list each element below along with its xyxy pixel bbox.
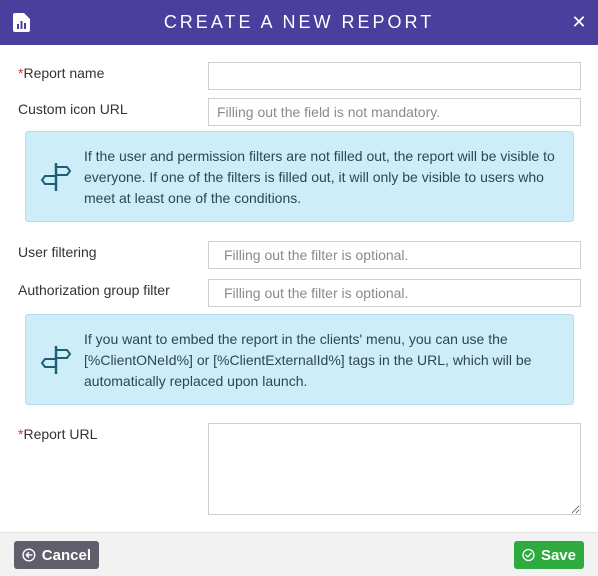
report-url-textarea[interactable]	[208, 423, 581, 515]
user-filtering-label: User filtering	[18, 244, 97, 260]
save-button[interactable]: Save	[514, 541, 584, 569]
check-circle-icon	[522, 548, 535, 562]
info-box-filters: If the user and permission filters are n…	[25, 131, 574, 222]
dialog-footer: Cancel Save	[0, 532, 598, 576]
report-url-label-text: Report URL	[23, 426, 98, 442]
report-name-label-text: Report name	[23, 65, 105, 81]
user-filtering-input[interactable]	[208, 241, 581, 269]
signpost-icon	[40, 346, 72, 374]
info-text-embed: If you want to embed the report in the c…	[84, 331, 532, 389]
report-url-label: *Report URL	[18, 426, 97, 442]
report-chart-icon	[13, 13, 30, 32]
report-name-input[interactable]	[208, 62, 581, 90]
info-text-filters: If the user and permission filters are n…	[84, 148, 555, 206]
report-name-label: *Report name	[18, 65, 104, 81]
arrow-left-circle-icon	[22, 548, 36, 562]
custom-icon-url-label: Custom icon URL	[18, 101, 128, 117]
save-button-label: Save	[540, 546, 576, 564]
dialog-header: CREATE A NEW REPORT ✕	[0, 0, 598, 45]
signpost-icon	[40, 163, 72, 191]
close-icon[interactable]: ✕	[570, 12, 588, 32]
authorization-group-filter-input[interactable]	[208, 279, 581, 307]
authorization-group-filter-label: Authorization group filter	[18, 282, 170, 298]
info-box-embed: If you want to embed the report in the c…	[25, 314, 574, 405]
custom-icon-url-input[interactable]	[208, 98, 581, 126]
cancel-button-label: Cancel	[41, 546, 91, 564]
cancel-button[interactable]: Cancel	[14, 541, 99, 569]
dialog-title: CREATE A NEW REPORT	[163, 12, 435, 32]
